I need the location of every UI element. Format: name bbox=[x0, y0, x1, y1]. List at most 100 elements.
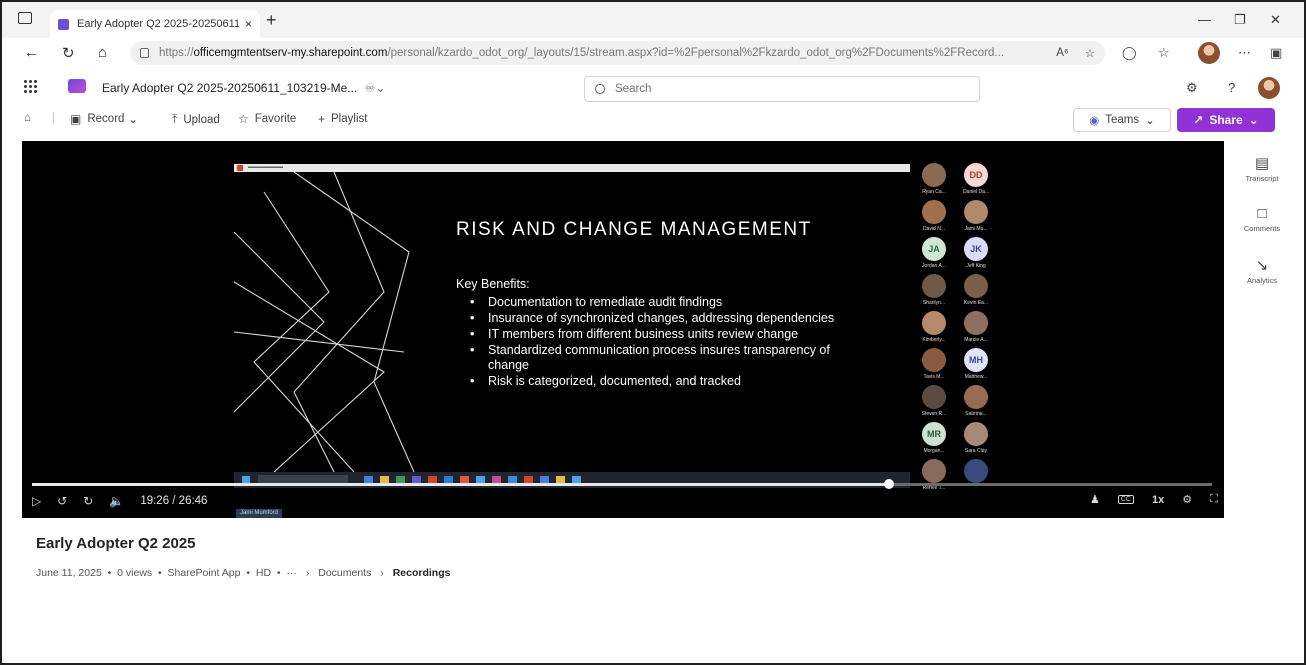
lock-icon[interactable] bbox=[140, 48, 149, 58]
video-metadata: June 11, 2025 • 0 views • SharePoint App… bbox=[36, 567, 451, 579]
tab-bar: Early Adopter Q2 2025-20250611 × + — ❐ ✕ bbox=[2, 2, 1304, 38]
back-icon[interactable]: ← bbox=[24, 44, 39, 61]
breadcrumb-chevron-icon: › bbox=[305, 567, 310, 579]
participant-tile: MR Morgan... bbox=[914, 422, 954, 454]
user-avatar[interactable] bbox=[1258, 77, 1280, 99]
new-tab-button[interactable]: + bbox=[266, 10, 277, 31]
analytics-panel-button[interactable]: ↘ Analytics bbox=[1238, 256, 1286, 285]
document-title[interactable]: Early Adopter Q2 2025-20250611_103219-Me… bbox=[102, 81, 385, 95]
participant-name: Tavis M... bbox=[923, 374, 945, 380]
slide-bullet: Documentation to remediate audit finding… bbox=[470, 295, 850, 310]
chevron-down-icon: ⌄ bbox=[1248, 113, 1259, 127]
playback-speed-button[interactable]: 1x bbox=[1152, 494, 1164, 506]
participant-name: David N... bbox=[923, 226, 945, 232]
participant-avatar bbox=[922, 459, 946, 483]
participant-avatar: JA bbox=[922, 237, 946, 261]
refresh-icon[interactable]: ↻ bbox=[62, 44, 75, 62]
record-icon: ▣ bbox=[70, 112, 82, 126]
browser-profile-avatar[interactable] bbox=[1198, 42, 1220, 64]
participant-avatar bbox=[922, 385, 946, 409]
participant-tile: Marcie A... bbox=[956, 311, 996, 343]
transcript-panel-button[interactable]: ▤ Transcript bbox=[1238, 154, 1286, 183]
fullscreen-icon[interactable]: ⛶ bbox=[1210, 493, 1218, 506]
video-scrubber-handle[interactable] bbox=[883, 479, 894, 489]
search-box[interactable]: Search bbox=[584, 76, 980, 102]
skip-forward-10-icon[interactable]: ↻ bbox=[83, 494, 93, 508]
help-icon[interactable]: ? bbox=[1228, 80, 1235, 95]
comments-icon: □ bbox=[1257, 205, 1267, 222]
maximize-icon[interactable]: ❐ bbox=[1234, 12, 1246, 28]
settings-gear-icon[interactable]: ⚙ bbox=[1186, 80, 1198, 96]
participant-avatar: MR bbox=[922, 422, 946, 446]
video-timecode: 19:26 / 26:46 bbox=[140, 495, 208, 507]
comments-panel-button[interactable]: □ Comments bbox=[1238, 205, 1286, 233]
teams-icon: ◉ bbox=[1089, 115, 1100, 127]
participant-tile: MH Matthew... bbox=[956, 348, 996, 380]
participant-tile: Sabrina... bbox=[956, 385, 996, 417]
transcript-icon: ▤ bbox=[1254, 155, 1270, 172]
upload-icon: ⤒ bbox=[172, 112, 178, 126]
skip-back-10-icon[interactable]: ↺ bbox=[57, 494, 67, 508]
workspaces-icon[interactable] bbox=[18, 12, 32, 24]
breadcrumb-more[interactable]: ··· bbox=[286, 567, 297, 579]
participant-name: Marcie A... bbox=[964, 337, 988, 343]
participant-avatar bbox=[964, 311, 988, 335]
slide-title: RISK AND CHANGE MANAGEMENT bbox=[456, 219, 812, 240]
browser-tab[interactable]: Early Adopter Q2 2025-20250611 × bbox=[50, 10, 260, 38]
plus-icon: + bbox=[318, 112, 326, 126]
app-header: Early Adopter Q2 2025-20250611_103219-Me… bbox=[2, 68, 1304, 108]
upload-button[interactable]: ⤒ Upload bbox=[172, 112, 220, 127]
home-nav-icon[interactable]: ⌂ bbox=[24, 112, 31, 124]
command-bar: ⌂ | ▣ Record ⌄ ⤒ Upload ☆ Favorite + Pla… bbox=[2, 108, 1304, 134]
play-icon[interactable]: ▷ bbox=[32, 494, 41, 508]
chevron-down-icon: ⌄ bbox=[128, 114, 139, 126]
stream-app-icon bbox=[68, 79, 86, 93]
playlist-button[interactable]: + Playlist bbox=[318, 112, 367, 126]
participant-avatar: DD bbox=[964, 163, 988, 187]
slide-bullet: Risk is categorized, documented, and tra… bbox=[470, 374, 850, 389]
url-text: https://officemgmtentserv-my.sharepoint.… bbox=[159, 47, 1004, 59]
tab-close-icon[interactable]: × bbox=[245, 17, 252, 31]
home-icon[interactable]: ⌂ bbox=[98, 44, 107, 61]
close-window-icon[interactable]: ✕ bbox=[1270, 12, 1281, 28]
favorites-list-icon[interactable]: ☆ bbox=[1158, 45, 1170, 61]
copilot-icon[interactable]: ◯ bbox=[1122, 45, 1137, 61]
participant-tile: DD Daniel Da... bbox=[956, 163, 996, 195]
read-aloud-icon[interactable]: A⁶ bbox=[1056, 47, 1068, 59]
minimize-icon[interactable]: — bbox=[1198, 12, 1211, 27]
app-launcher-icon[interactable] bbox=[24, 80, 38, 94]
volume-icon[interactable]: 🔈 bbox=[109, 494, 124, 508]
participant-tile: Renee T... bbox=[914, 459, 954, 491]
participant-name: Sabrina... bbox=[965, 411, 987, 417]
star-icon: ☆ bbox=[238, 112, 249, 126]
favorite-star-icon[interactable]: ☆ bbox=[1085, 46, 1095, 60]
video-views: 0 views bbox=[117, 567, 153, 579]
video-player[interactable]: ▬▬▬▬▬▬▬ RISK AND CHANGE MANAGEMENT Key B… bbox=[22, 141, 1224, 518]
participant-avatar bbox=[964, 385, 988, 409]
participant-avatar bbox=[922, 274, 946, 298]
participant-avatar: MH bbox=[964, 348, 988, 372]
favorite-button[interactable]: ☆ Favorite bbox=[238, 112, 296, 126]
participant-name: Jordan A... bbox=[922, 263, 946, 269]
participant-name: Sharilyn... bbox=[922, 300, 946, 306]
participant-name: Jami Mu... bbox=[964, 226, 988, 232]
breadcrumb-recordings[interactable]: Recordings bbox=[393, 567, 451, 579]
record-button[interactable]: ▣ Record ⌄ bbox=[70, 112, 138, 126]
breadcrumb-documents[interactable]: Documents bbox=[318, 567, 371, 579]
address-bar[interactable]: https://officemgmtentserv-my.sharepoint.… bbox=[130, 41, 1105, 65]
more-options-icon[interactable]: ⋯ bbox=[1238, 45, 1251, 61]
teams-button[interactable]: ◉ Teams ⌄ bbox=[1073, 108, 1171, 132]
tab-title: Early Adopter Q2 2025-20250611 bbox=[77, 18, 239, 30]
captions-icon[interactable]: CC bbox=[1117, 495, 1134, 504]
video-date: June 11, 2025 bbox=[36, 567, 102, 579]
player-settings-icon[interactable]: ⚙ bbox=[1182, 493, 1192, 506]
video-progress-bar[interactable] bbox=[32, 479, 1212, 489]
speaker-view-icon[interactable]: ♟ bbox=[1090, 493, 1100, 506]
participant-avatar bbox=[922, 200, 946, 224]
participant-avatar bbox=[964, 459, 988, 483]
participant-avatar bbox=[922, 348, 946, 372]
sidebar-toggle-icon[interactable]: ▣ bbox=[1270, 45, 1282, 61]
player-right-controls: ♟ CC 1x ⚙ ⛶ bbox=[1090, 493, 1236, 506]
share-button[interactable]: ↗ Share ⌄ bbox=[1177, 108, 1275, 132]
participant-avatar bbox=[964, 200, 988, 224]
